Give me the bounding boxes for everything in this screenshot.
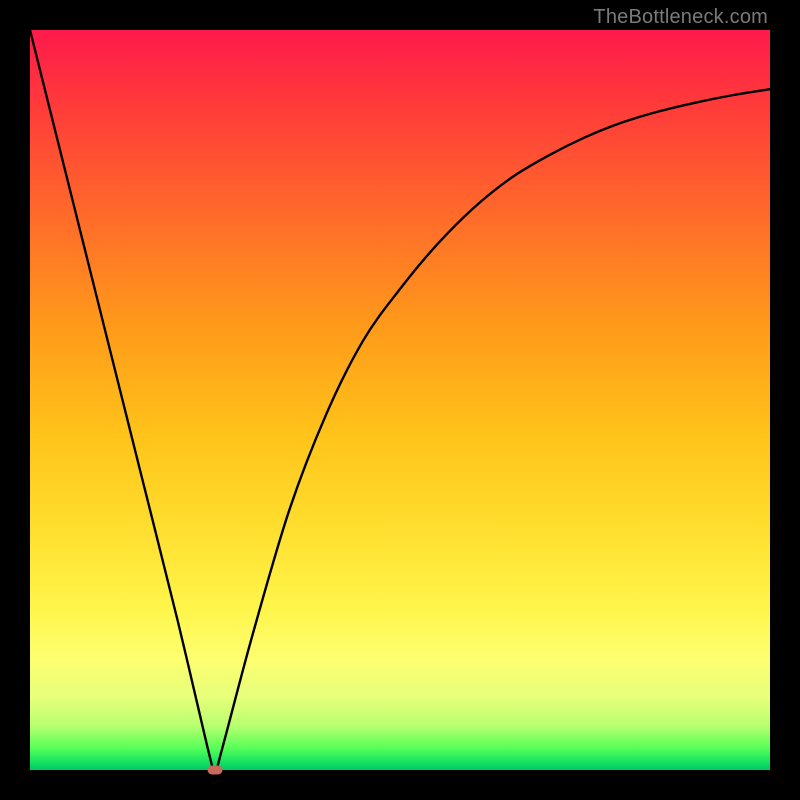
watermark-text: TheBottleneck.com [593, 6, 768, 29]
chart-frame: TheBottleneck.com [0, 0, 800, 800]
plot-area [30, 30, 770, 770]
bottleneck-curve [30, 30, 770, 770]
curve-svg [30, 30, 770, 770]
minimum-point-marker [208, 766, 223, 775]
